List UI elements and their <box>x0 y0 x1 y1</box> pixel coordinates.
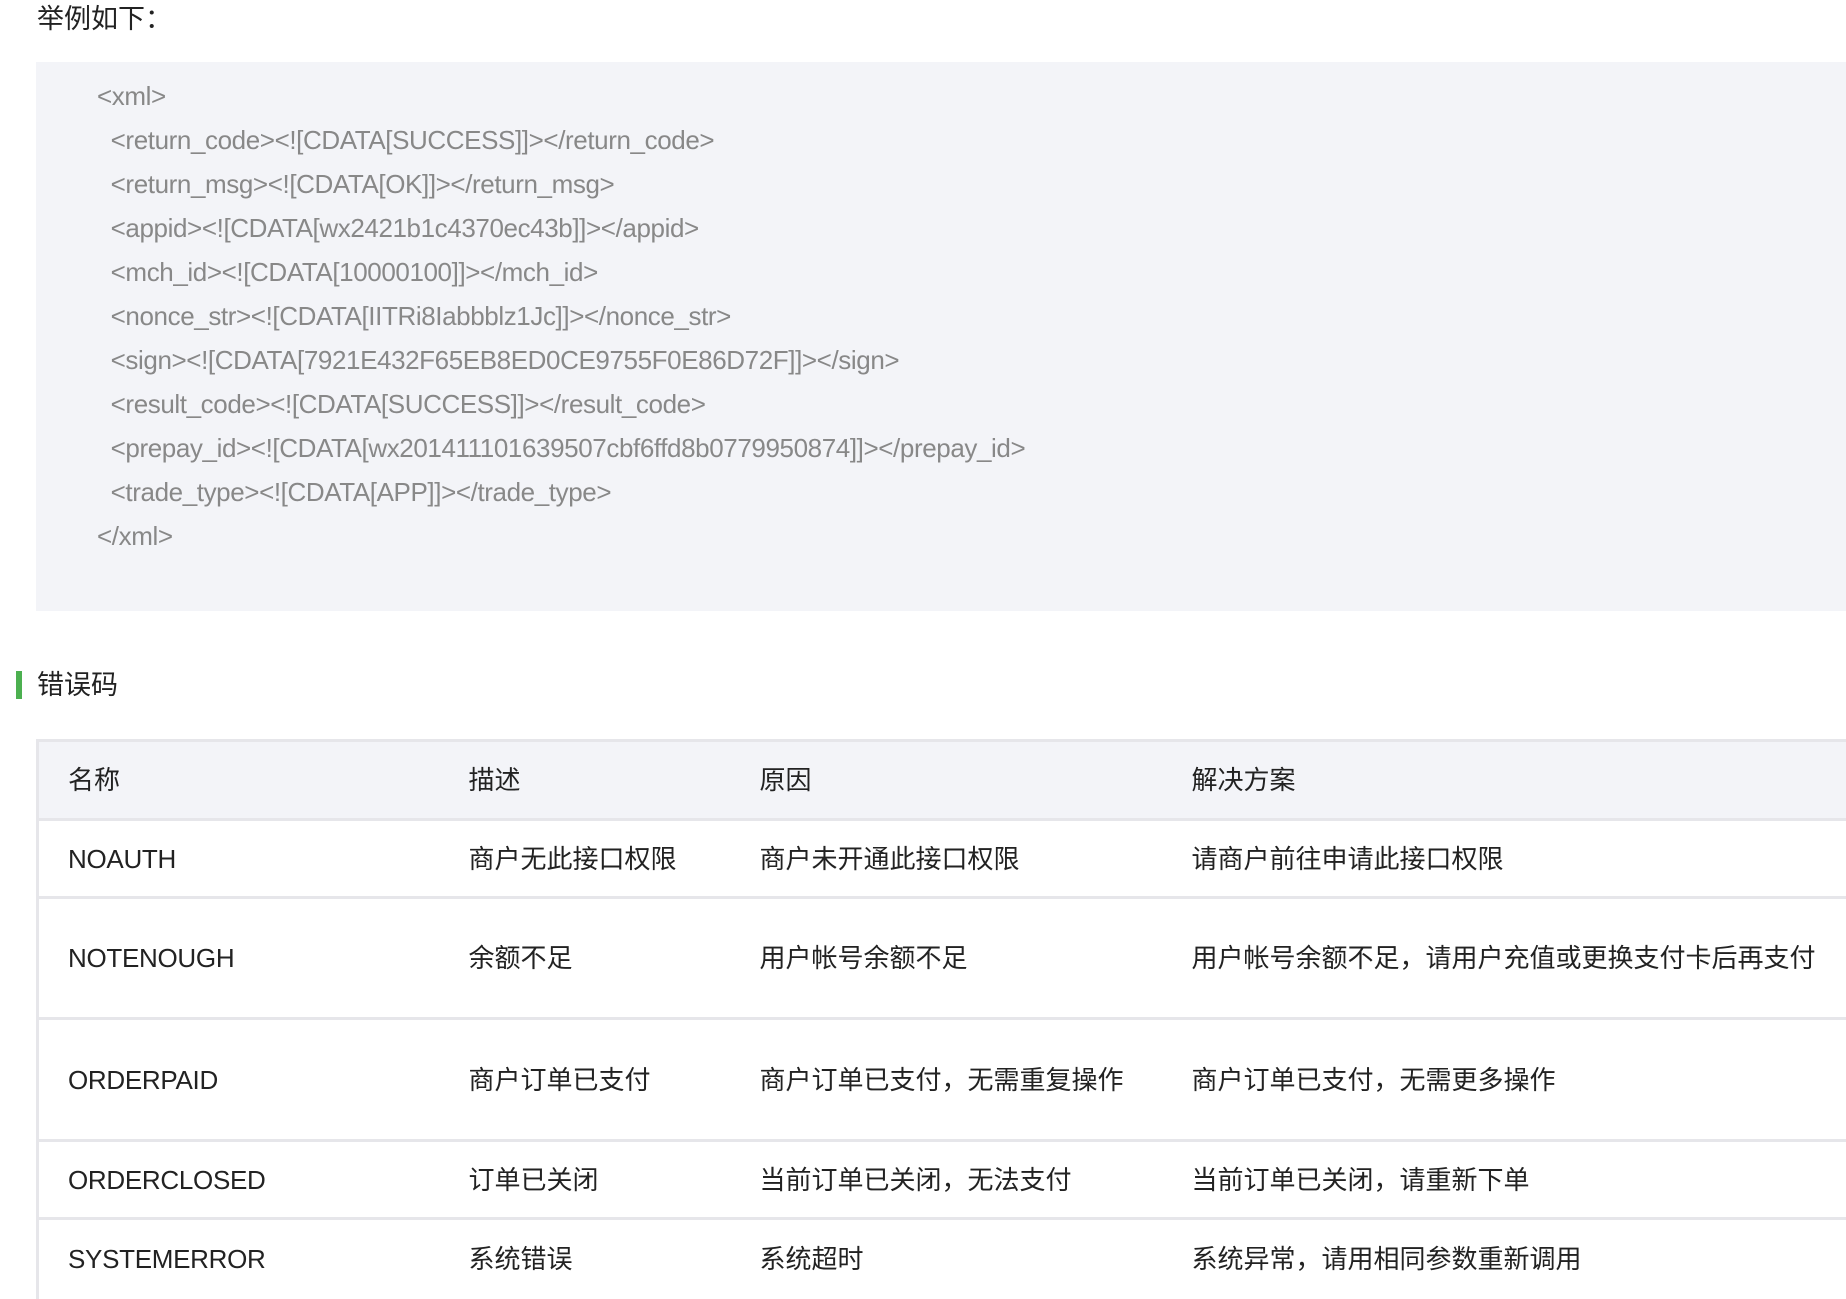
section-heading-error-codes: 错误码 <box>16 668 118 702</box>
code-line: <nonce_str><![CDATA[IITRi8Iabbblz1Jc]]><… <box>97 301 731 331</box>
error-code-cell: ORDERPAID <box>38 1019 437 1141</box>
code-line: <sign><![CDATA[7921E432F65EB8ED0CE9755F0… <box>97 345 899 375</box>
solution-cell: 请商户前往申请此接口权限 <box>1160 820 1846 898</box>
column-header-description: 描述 <box>437 741 728 820</box>
solution-cell: 用户帐号余额不足，请用户充值或更换支付卡后再支付 <box>1160 898 1846 1019</box>
table-row: NOTENOUGH 余额不足 用户帐号余额不足 用户帐号余额不足，请用户充值或更… <box>38 898 1846 1019</box>
error-code-table: 名称 描述 原因 解决方案 NOAUTH 商户无此接口权限 商户未开通此接口权限… <box>36 739 1846 1299</box>
table-row: ORDERPAID 商户订单已支付 商户订单已支付，无需重复操作 商户订单已支付… <box>38 1019 1846 1141</box>
intro-text: 举例如下： <box>37 0 172 38</box>
code-line: <appid><![CDATA[wx2421b1c4370ec43b]]></a… <box>97 213 699 243</box>
code-line: <mch_id><![CDATA[10000100]]></mch_id> <box>97 257 598 287</box>
section-title: 错误码 <box>37 668 118 702</box>
table-row: SYSTEMERROR 系统错误 系统超时 系统异常，请用相同参数重新调用 <box>38 1219 1846 1299</box>
table-row: NOAUTH 商户无此接口权限 商户未开通此接口权限 请商户前往申请此接口权限 <box>38 820 1846 898</box>
column-header-name: 名称 <box>38 741 437 820</box>
reason-cell: 用户帐号余额不足 <box>728 898 1160 1019</box>
description-cell: 订单已关闭 <box>437 1141 728 1219</box>
code-line: <return_msg><![CDATA[OK]]></return_msg> <box>97 169 614 199</box>
description-cell: 商户订单已支付 <box>437 1019 728 1141</box>
description-cell: 商户无此接口权限 <box>437 820 728 898</box>
solution-cell: 商户订单已支付，无需更多操作 <box>1160 1019 1846 1141</box>
reason-cell: 系统超时 <box>728 1219 1160 1299</box>
description-cell: 系统错误 <box>437 1219 728 1299</box>
code-line: <xml> <box>97 81 166 111</box>
code-example-block: <xml> <return_code><![CDATA[SUCCESS]]></… <box>36 62 1846 611</box>
reason-cell: 商户未开通此接口权限 <box>728 820 1160 898</box>
code-line: <result_code><![CDATA[SUCCESS]]></result… <box>97 389 705 419</box>
code-line: </xml> <box>97 521 173 551</box>
solution-cell: 系统异常，请用相同参数重新调用 <box>1160 1219 1846 1299</box>
table-row: ORDERCLOSED 订单已关闭 当前订单已关闭，无法支付 当前订单已关闭，请… <box>38 1141 1846 1219</box>
reason-cell: 当前订单已关闭，无法支付 <box>728 1141 1160 1219</box>
error-code-cell: ORDERCLOSED <box>38 1141 437 1219</box>
heading-accent-bar <box>16 671 22 699</box>
code-line: <prepay_id><![CDATA[wx201411101639507cbf… <box>97 433 1025 463</box>
error-code-cell: NOTENOUGH <box>38 898 437 1019</box>
code-line: <return_code><![CDATA[SUCCESS]]></return… <box>97 125 714 155</box>
reason-cell: 商户订单已支付，无需重复操作 <box>728 1019 1160 1141</box>
description-cell: 余额不足 <box>437 898 728 1019</box>
code-line: <trade_type><![CDATA[APP]]></trade_type> <box>97 477 611 507</box>
error-code-cell: SYSTEMERROR <box>38 1219 437 1299</box>
solution-cell: 当前订单已关闭，请重新下单 <box>1160 1141 1846 1219</box>
table-header-row: 名称 描述 原因 解决方案 <box>38 741 1846 820</box>
column-header-reason: 原因 <box>728 741 1160 820</box>
column-header-solution: 解决方案 <box>1160 741 1846 820</box>
error-code-cell: NOAUTH <box>38 820 437 898</box>
